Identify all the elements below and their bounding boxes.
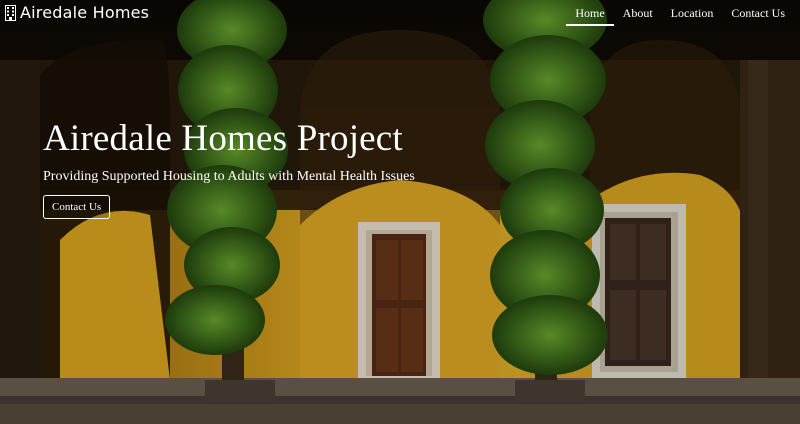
main-nav: Home About Location Contact Us: [566, 6, 794, 26]
brand-link[interactable]: Airedale Homes: [5, 3, 149, 22]
top-navbar: Airedale Homes Home About Location Conta…: [0, 0, 800, 26]
hero-section: Airedale Homes Project Providing Support…: [43, 118, 415, 219]
nav-link-home[interactable]: Home: [566, 6, 615, 26]
nav-link-location[interactable]: Location: [662, 6, 723, 20]
building-icon: [5, 4, 16, 21]
hero-title: Airedale Homes Project: [43, 118, 403, 159]
contact-us-button[interactable]: Contact Us: [43, 195, 111, 219]
nav-link-about[interactable]: About: [614, 6, 662, 20]
nav-link-contact[interactable]: Contact Us: [722, 6, 794, 20]
brand-name: Airedale Homes: [20, 3, 150, 22]
hero-subtitle: Providing Supported Housing to Adults wi…: [43, 169, 415, 184]
